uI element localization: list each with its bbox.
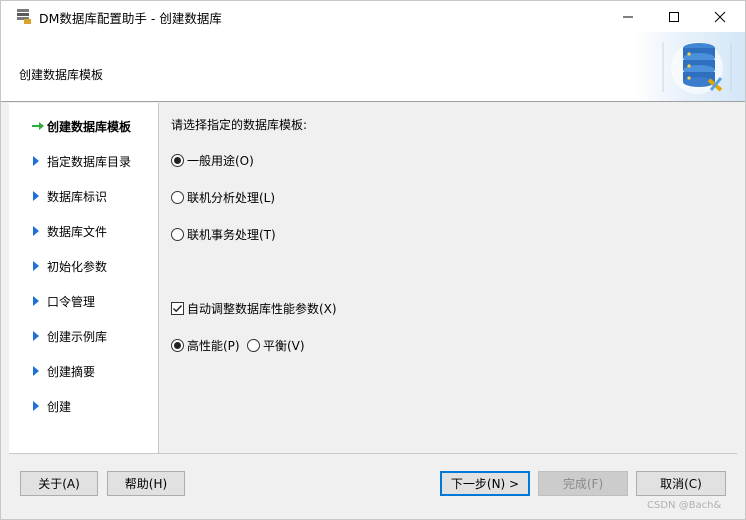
nav-item-create[interactable]: 创建 <box>9 396 159 416</box>
nav-item-label: 创建 <box>47 400 72 414</box>
nav-item-label: 指定数据库目录 <box>47 155 132 169</box>
nav-item-password[interactable]: 口令管理 <box>9 291 159 311</box>
minimize-button[interactable] <box>605 1 651 32</box>
auto-tune-checkbox[interactable]: 自动调整数据库性能参数(X) <box>171 300 337 317</box>
radio-selected[interactable] <box>171 154 184 167</box>
triangle-right-icon <box>33 331 39 341</box>
nav-item-init-params[interactable]: 初始化参数 <box>9 256 159 276</box>
radio-label: 平衡(V) <box>263 339 305 353</box>
checkbox-label: 自动调整数据库性能参数(X) <box>187 302 337 316</box>
app-icon <box>15 7 33 25</box>
radio-label: 高性能(P) <box>187 339 240 353</box>
perf-high-radio[interactable]: 高性能(P) <box>171 337 240 354</box>
finish-button[interactable]: 完成(F) <box>538 471 628 496</box>
radio-unselected[interactable] <box>171 228 184 241</box>
nav-item-directory[interactable]: 指定数据库目录 <box>9 151 159 171</box>
step-navigation: 创建数据库模板 指定数据库目录 数据库标识 数据库文件 初始化参数 口令管理 创… <box>9 103 159 453</box>
nav-item-identity[interactable]: 数据库标识 <box>9 186 159 206</box>
template-panel: 请选择指定的数据库模板: 一般用途(O) 联机分析处理(L) 联机事务处理(T)… <box>160 103 745 453</box>
triangle-right-icon <box>33 261 39 271</box>
step-title: 创建数据库模板 <box>19 68 104 82</box>
cancel-button[interactable]: 取消(C) <box>636 471 726 496</box>
nav-item-label: 数据库标识 <box>47 190 108 204</box>
next-button[interactable]: 下一步(N) > <box>440 471 530 496</box>
help-button[interactable]: 帮助(H) <box>107 471 185 496</box>
triangle-right-icon <box>33 191 39 201</box>
close-icon <box>714 11 726 22</box>
database-icon <box>662 42 732 94</box>
watermark: CSDN @Bach& <box>647 500 722 511</box>
template-olap-radio[interactable]: 联机分析处理(L) <box>171 189 275 206</box>
template-prompt: 请选择指定的数据库模板: <box>171 118 308 132</box>
title-bar: DM数据库配置助手 - 创建数据库 <box>1 1 745 32</box>
green-arrow-icon <box>32 122 44 130</box>
maximize-button[interactable] <box>651 1 697 32</box>
template-oltp-radio[interactable]: 联机事务处理(T) <box>171 226 276 243</box>
database-illustration <box>635 32 745 101</box>
nav-item-files[interactable]: 数据库文件 <box>9 221 159 241</box>
dialog-window: DM数据库配置助手 - 创建数据库 创建数据库模板 创建数据库模板 指定数据库目… <box>0 0 746 520</box>
minimize-icon <box>623 16 633 17</box>
triangle-right-icon <box>33 296 39 306</box>
maximize-icon <box>669 11 679 22</box>
about-button[interactable]: 关于(A) <box>20 471 98 496</box>
triangle-right-icon <box>33 366 39 376</box>
nav-item-label: 创建数据库模板 <box>47 120 132 134</box>
footer-divider <box>9 453 737 454</box>
nav-item-template[interactable]: 创建数据库模板 <box>9 116 159 136</box>
close-button[interactable] <box>697 1 743 32</box>
radio-label: 联机事务处理(T) <box>187 228 276 242</box>
radio-label: 一般用途(O) <box>187 154 254 168</box>
nav-item-label: 数据库文件 <box>47 225 108 239</box>
nav-item-label: 创建示例库 <box>47 330 108 344</box>
triangle-right-icon <box>33 156 39 166</box>
perf-balance-radio[interactable]: 平衡(V) <box>247 337 305 354</box>
radio-selected[interactable] <box>171 339 184 352</box>
window-title: DM数据库配置助手 - 创建数据库 <box>39 11 222 26</box>
radio-unselected[interactable] <box>247 339 260 352</box>
wizard-header: 创建数据库模板 <box>1 32 745 102</box>
nav-item-sample-db[interactable]: 创建示例库 <box>9 326 159 346</box>
nav-item-label: 口令管理 <box>47 295 96 309</box>
nav-item-label: 初始化参数 <box>47 260 108 274</box>
triangle-right-icon <box>33 401 39 411</box>
template-general-radio[interactable]: 一般用途(O) <box>171 152 254 169</box>
triangle-right-icon <box>33 226 39 236</box>
radio-label: 联机分析处理(L) <box>187 191 276 205</box>
nav-item-summary[interactable]: 创建摘要 <box>9 361 159 381</box>
radio-unselected[interactable] <box>171 191 184 204</box>
nav-item-label: 创建摘要 <box>47 365 96 379</box>
checkbox-checked[interactable] <box>171 302 184 315</box>
check-icon <box>173 305 183 313</box>
